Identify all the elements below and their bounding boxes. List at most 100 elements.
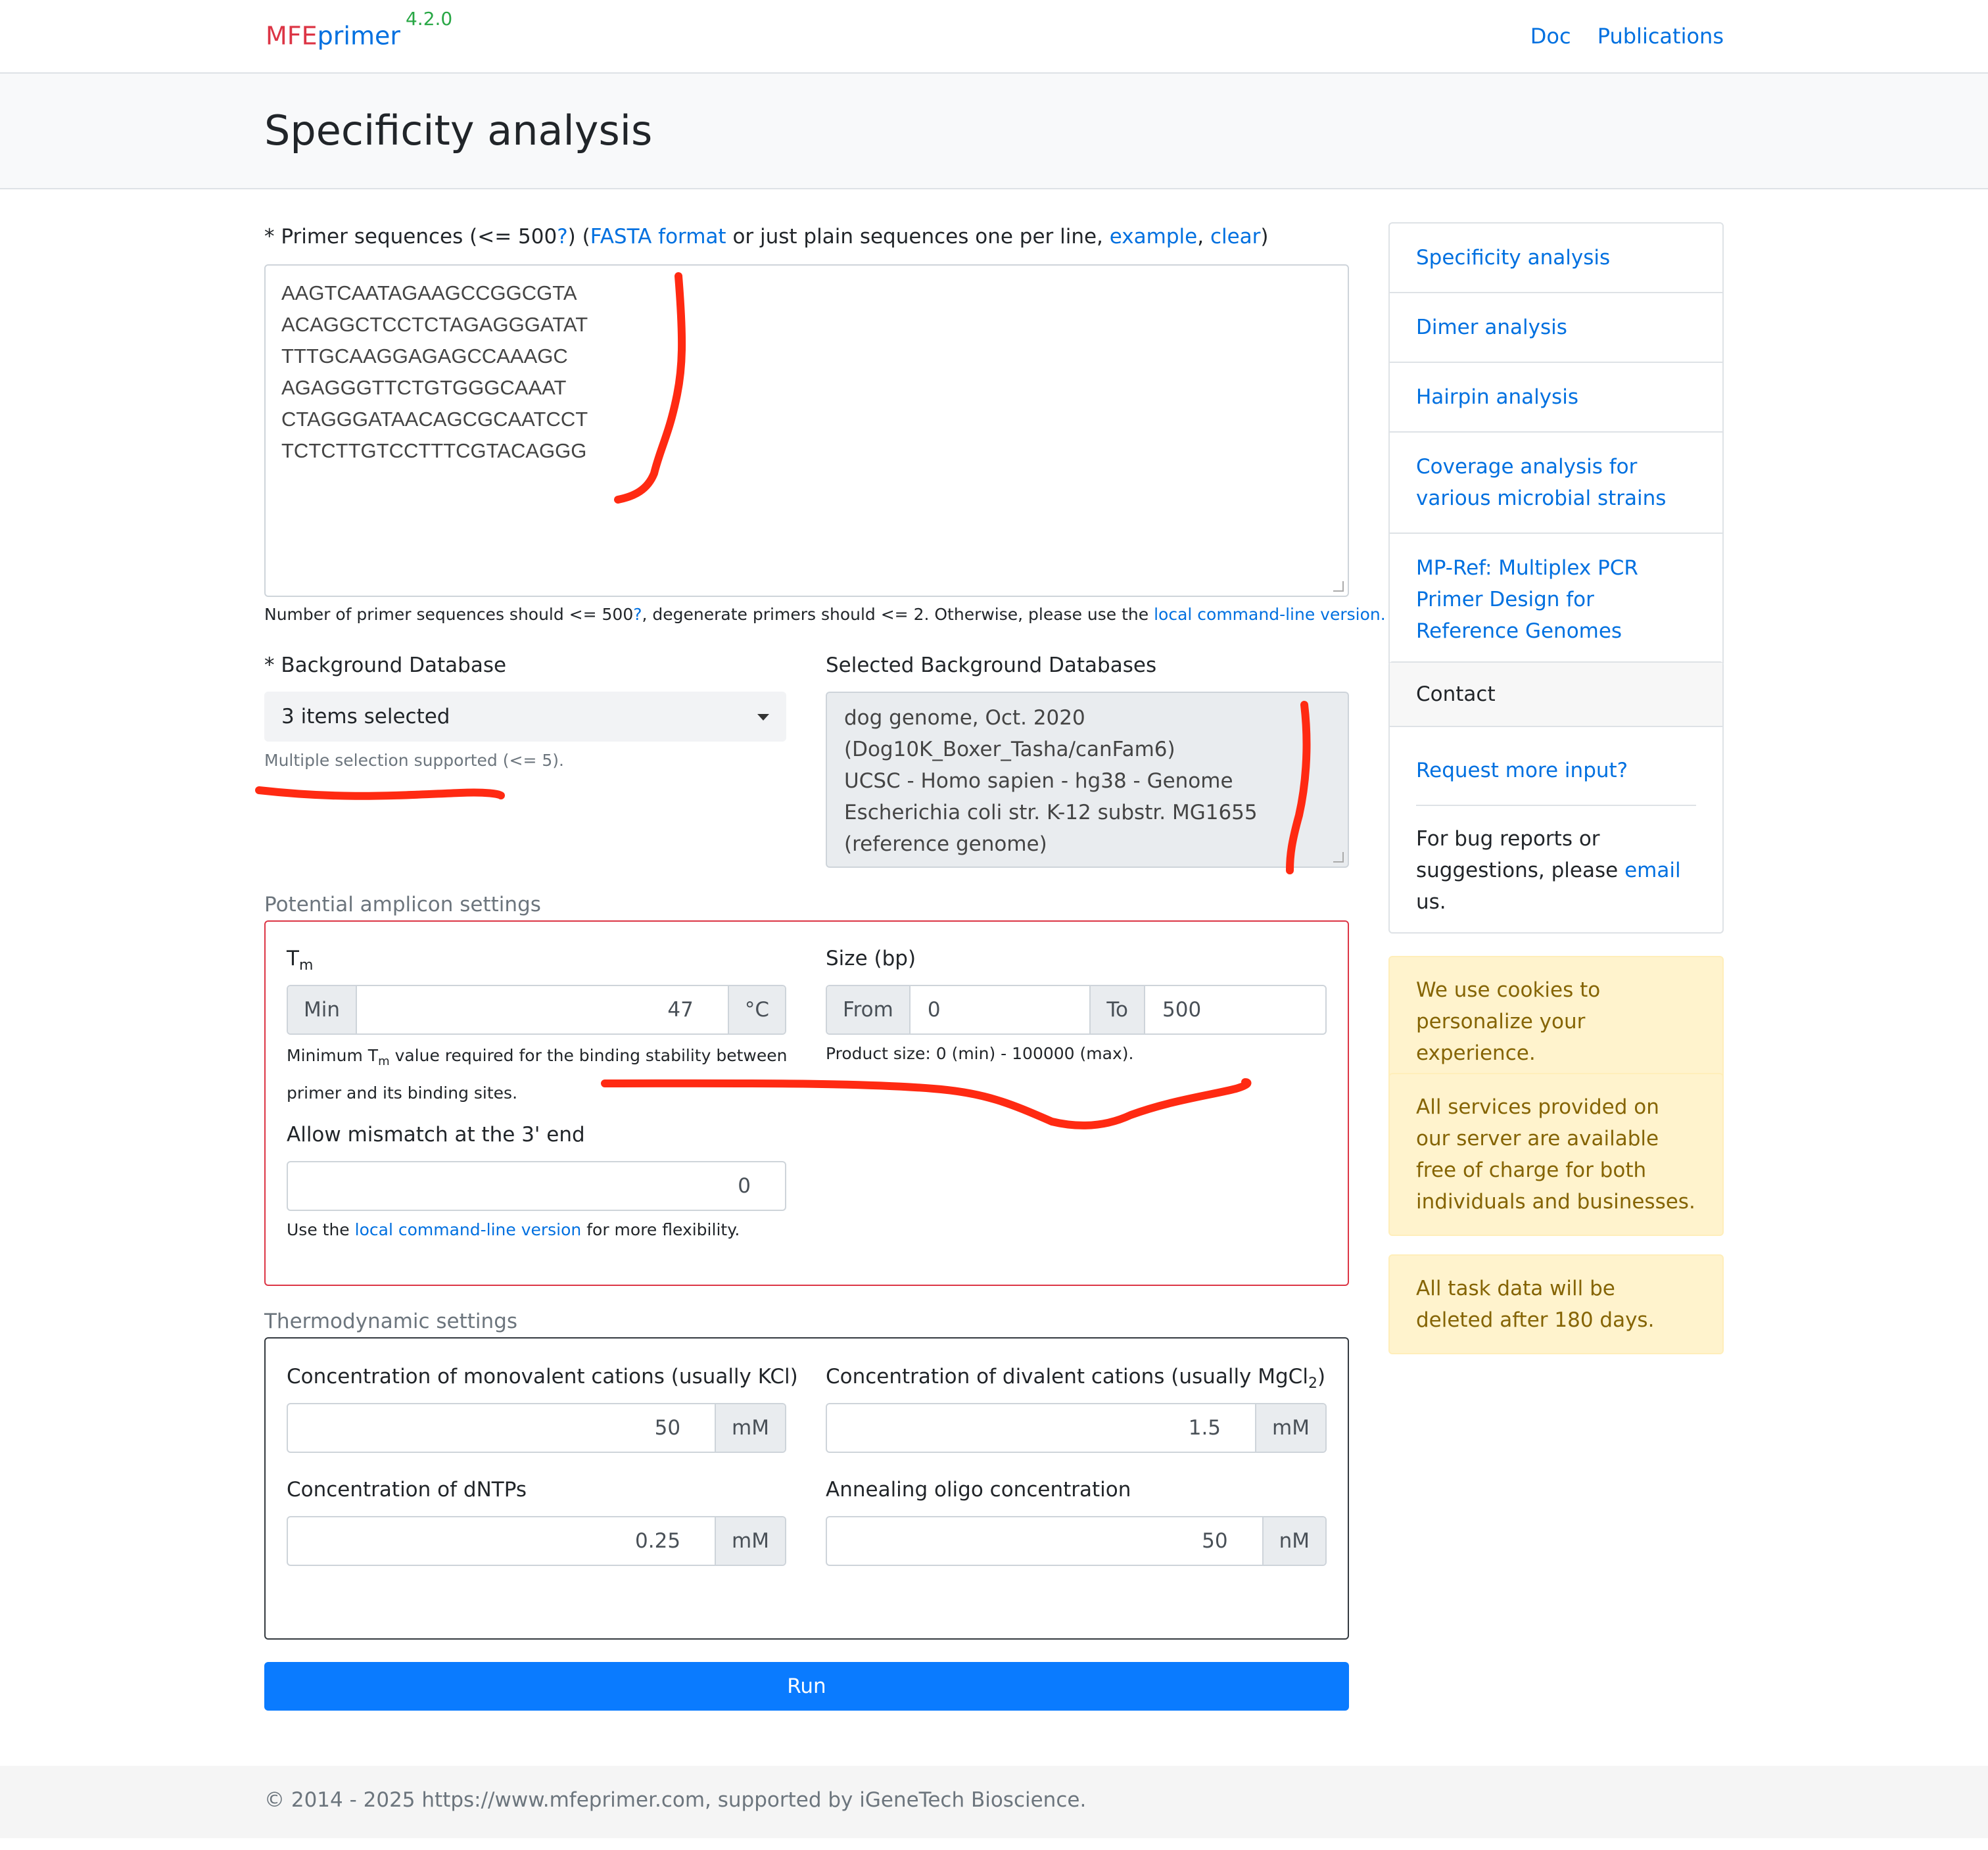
oligo-label: Annealing oligo concentration [826, 1478, 1131, 1502]
tm-help-sub: m [378, 1055, 390, 1068]
sidebar-item-coverage[interactable]: Coverage analysis for various microbial … [1390, 433, 1722, 534]
oligo-input[interactable]: 50 [827, 1517, 1262, 1565]
footer-text: © 2014 - 2025 https://www.mfeprimer.com,… [264, 1788, 1087, 1812]
tm-help-text: Minimum Tm value required for the bindin… [287, 1040, 787, 1109]
nav-doc-link[interactable]: Doc [1530, 24, 1571, 49]
sequence-line: TCTCTTGTCCTTTCGTACAGGG [281, 439, 587, 462]
request-more-input-link[interactable]: Request more input? [1416, 755, 1696, 786]
selected-db-line: Escherichia coli str. K-12 substr. MG165… [844, 801, 1258, 824]
data-deletion-alert: All task data will be deleted after 180 … [1388, 1254, 1724, 1354]
size-to-input[interactable]: 500 [1145, 986, 1325, 1033]
brand-mfe: MFE [266, 21, 318, 51]
mismatch-help-suffix: for more flexibility. [581, 1220, 740, 1239]
brand-primer: primer [317, 21, 400, 51]
primer-limit-help-link[interactable]: ? [557, 225, 567, 249]
dntps-input[interactable]: 0.25 [288, 1517, 715, 1565]
monovalent-label: Concentration of monovalent cations (usu… [287, 1365, 798, 1388]
mismatch-input-group: 0 [287, 1161, 786, 1211]
background-database-select[interactable]: 3 items selected [264, 692, 786, 742]
resize-handle-icon[interactable] [1333, 581, 1344, 592]
navbar: MFEprimer4.2.0 Doc Publications [0, 0, 1988, 74]
primer-sequences-label: * Primer sequences (<= 500?) (FASTA form… [264, 225, 1269, 249]
monovalent-input-group: 50 mM [287, 1403, 786, 1453]
example-link[interactable]: example [1110, 225, 1197, 249]
sidebar-item-dimer[interactable]: Dimer analysis [1390, 293, 1722, 363]
dntps-label: Concentration of dNTPs [287, 1478, 527, 1502]
contact-header: Contact [1390, 663, 1722, 727]
tm-label-text: T [287, 947, 299, 970]
nav-publications-link[interactable]: Publications [1598, 24, 1724, 49]
clear-link[interactable]: clear [1210, 225, 1260, 249]
size-from-addon: From [827, 986, 911, 1033]
size-from-input[interactable]: 0 [911, 986, 1090, 1033]
page-header: Specificity analysis [0, 74, 1988, 189]
footer: © 2014 - 2025 https://www.mfeprimer.com,… [0, 1766, 1988, 1838]
sequence-line: ACAGGCTCCTCTAGAGGGATAT [281, 313, 588, 336]
background-database-label: * Background Database [264, 653, 507, 677]
fasta-format-link[interactable]: FASTA format [590, 225, 726, 249]
primer-help-prefix: Number of primer sequences should <= 500 [264, 605, 634, 624]
dntps-unit: mM [715, 1517, 785, 1565]
size-label: Size (bp) [826, 947, 916, 970]
primer-help-mid: , degenerate primers should <= 2. Otherw… [642, 605, 1154, 624]
size-help-text: Product size: 0 (min) - 100000 (max). [826, 1044, 1134, 1063]
sidebar-item-specificity[interactable]: Specificity analysis [1390, 224, 1722, 293]
primer-label-paren: ) ( [567, 225, 590, 249]
primer-help-q-link[interactable]: ? [633, 605, 642, 624]
tm-unit-addon: °C [727, 986, 785, 1033]
primer-sequences-textarea[interactable]: AAGTCAATAGAAGCCGGCGTA ACAGGCTCCTCTAGAGGG… [264, 264, 1349, 597]
tm-min-input[interactable]: 47 [357, 986, 728, 1033]
bug-report-text: For bug reports or suggestions, please e… [1416, 823, 1696, 918]
email-link[interactable]: email [1624, 859, 1681, 882]
oligo-unit: nM [1262, 1517, 1325, 1565]
sidebar-item-hairpin[interactable]: Hairpin analysis [1390, 363, 1722, 433]
selected-db-line: (Dog10K_Boxer_Tasha/canFam6) [844, 738, 1175, 761]
mismatch-label: Allow mismatch at the 3' end [287, 1123, 585, 1147]
tm-label-sub: m [298, 957, 314, 974]
mismatch-command-line-link[interactable]: local command-line version [355, 1220, 582, 1239]
divalent-label-2: ) [1317, 1365, 1326, 1388]
annotation-stroke [255, 786, 505, 800]
oligo-input-group: 50 nM [826, 1516, 1327, 1566]
run-button[interactable]: Run [264, 1662, 1349, 1711]
selected-databases-label: Selected Background Databases [826, 653, 1157, 677]
tm-help-1: Minimum T [287, 1046, 379, 1065]
contact-divider [1416, 805, 1696, 806]
contact-body: Request more input? For bug reports or s… [1390, 727, 1722, 945]
size-input-group: From 0 To 500 [826, 985, 1327, 1035]
contact-card: Contact Request more input? For bug repo… [1388, 661, 1724, 934]
mismatch-help-prefix: Use the [287, 1220, 355, 1239]
thermo-settings-title: Thermodynamic settings [264, 1310, 518, 1333]
size-to-addon: To [1089, 986, 1145, 1033]
sequence-line: CTAGGGATAACAGCGCAATCCT [281, 408, 588, 431]
page-title: Specificity analysis [264, 107, 653, 154]
primer-label-mid: or just plain sequences one per line, [726, 225, 1110, 249]
divalent-label-sub: 2 [1308, 1375, 1317, 1392]
tm-help-3: primer and its binding sites. [287, 1083, 518, 1103]
brand-logo[interactable]: MFEprimer4.2.0 [266, 8, 452, 51]
sidebar-nav: Specificity analysis Dimer analysis Hair… [1388, 222, 1724, 667]
nav-links: Doc Publications [1511, 24, 1724, 49]
selected-databases-textarea: dog genome, Oct. 2020 (Dog10K_Boxer_Tash… [826, 692, 1349, 868]
primer-label-end: ) [1260, 225, 1269, 249]
divalent-unit: mM [1255, 1404, 1325, 1452]
divalent-input[interactable]: 1.5 [827, 1404, 1255, 1452]
tm-input-group: Min 47 °C [287, 985, 786, 1035]
primer-label-comma: , [1197, 225, 1210, 249]
resize-handle-icon[interactable] [1333, 852, 1344, 863]
caret-down-icon [757, 714, 769, 721]
tm-min-addon: Min [288, 986, 358, 1033]
selected-db-line: (reference genome) [844, 832, 1047, 856]
primer-help-text: Number of primer sequences should <= 500… [264, 605, 1386, 624]
selected-db-line: dog genome, Oct. 2020 [844, 706, 1085, 730]
local-command-line-link[interactable]: local command-line version. [1154, 605, 1386, 624]
amplicon-settings-title: Potential amplicon settings [264, 893, 541, 916]
divalent-input-group: 1.5 mM [826, 1403, 1327, 1453]
monovalent-unit: mM [715, 1404, 785, 1452]
mismatch-input[interactable]: 0 [288, 1162, 785, 1210]
sidebar-item-mp-ref[interactable]: MP-Ref: Multiplex PCR Primer Design for … [1390, 534, 1722, 665]
bug-report-suffix: us. [1416, 890, 1446, 914]
monovalent-input[interactable]: 50 [288, 1404, 715, 1452]
brand-version: 4.2.0 [405, 8, 453, 30]
background-database-help: Multiple selection supported (<= 5). [264, 751, 564, 770]
